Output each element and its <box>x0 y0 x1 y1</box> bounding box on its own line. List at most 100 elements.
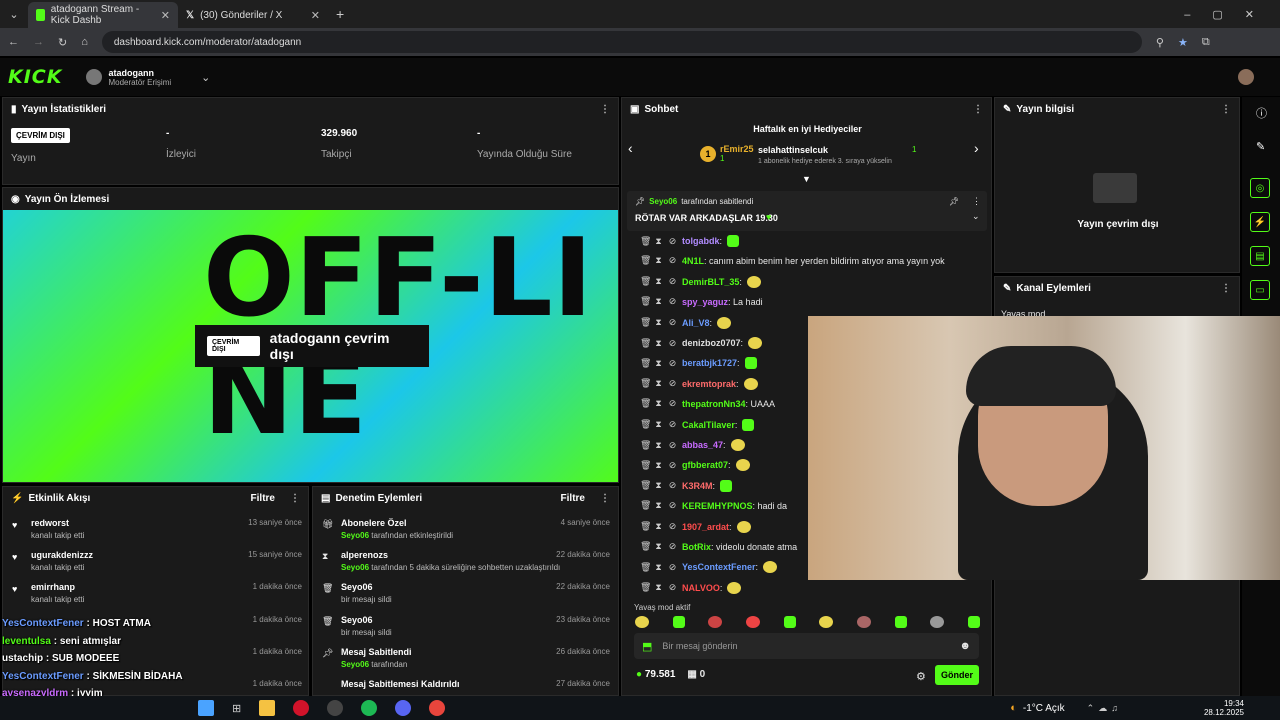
home-icon[interactable]: ⌂ <box>81 36 88 48</box>
ban-icon[interactable]: ⊘ <box>668 521 677 532</box>
ban-icon[interactable]: ⊘ <box>668 440 677 451</box>
camera-icon[interactable]: ◎ <box>1250 178 1270 198</box>
delete-icon[interactable]: 🗑︎ <box>640 338 651 349</box>
emote[interactable] <box>783 616 796 628</box>
timeout-icon[interactable]: ⧗ <box>654 562 663 573</box>
ban-icon[interactable]: ⊘ <box>668 460 677 471</box>
ban-icon[interactable]: ⊘ <box>668 562 677 573</box>
tab-menu-icon[interactable]: ⌄ <box>0 8 28 21</box>
command-icon[interactable]: ⬒ <box>642 640 652 653</box>
emote[interactable] <box>967 616 980 628</box>
emote[interactable] <box>708 616 723 628</box>
extensions-icon[interactable]: ⧉ <box>1202 36 1210 49</box>
ban-icon[interactable]: ⊘ <box>668 338 677 349</box>
chevron-down-icon[interactable]: ⌄ <box>201 71 210 84</box>
timeout-icon[interactable]: ⧗ <box>654 460 663 471</box>
top-gifter-2[interactable]: selahattinselcuk 1 1 abonelik hediye eder… <box>758 145 916 165</box>
edit-icon[interactable]: ✎ <box>1256 140 1265 153</box>
more-icon[interactable]: ⋮ <box>973 104 983 115</box>
profile-avatar[interactable] <box>1238 69 1254 85</box>
more-icon[interactable]: ⋮ <box>600 493 610 504</box>
emote[interactable] <box>745 616 760 628</box>
tray-icons[interactable]: ⌃☁♫ <box>1087 703 1122 714</box>
opera-icon[interactable] <box>293 700 310 716</box>
timeout-icon[interactable]: ⧗ <box>654 398 663 409</box>
points-display[interactable]: ● 79.581 <box>636 669 675 680</box>
delete-icon[interactable]: 🗑︎ <box>640 276 651 287</box>
zoom-icon[interactable]: ⚲ <box>1156 36 1164 49</box>
pinned-by[interactable]: Seyo06 <box>649 197 677 206</box>
chat-username[interactable]: BotRix <box>682 542 711 552</box>
chat-icon[interactable]: ▭ <box>1250 280 1270 300</box>
ban-icon[interactable]: ⊘ <box>668 582 677 593</box>
mod-by[interactable]: Seyo06 <box>341 563 369 572</box>
timeout-icon[interactable]: ⧗ <box>654 296 663 307</box>
chat-input[interactable]: ⬒ Bir mesaj gönderin ☻ <box>634 633 979 659</box>
more-icon[interactable]: ⋮ <box>600 104 610 115</box>
ban-icon[interactable]: ⊘ <box>668 358 677 369</box>
windows-start-icon[interactable] <box>198 700 214 716</box>
chat-username[interactable]: beratbjk1727 <box>682 358 737 368</box>
timeout-icon[interactable]: ⧗ <box>654 338 663 349</box>
forward-icon[interactable]: → <box>33 36 44 48</box>
timeout-icon[interactable]: ⧗ <box>654 440 663 451</box>
timeout-icon[interactable]: ⧗ <box>654 378 663 389</box>
timeout-icon[interactable]: ⧗ <box>654 480 663 491</box>
emoji-icon[interactable]: ☻ <box>959 640 971 652</box>
more-icon[interactable]: ⋮ <box>972 196 981 207</box>
chat-username[interactable]: YesContextFener <box>682 562 756 572</box>
ban-icon[interactable]: ⊘ <box>668 255 677 266</box>
delete-icon[interactable]: 🗑︎ <box>640 521 651 532</box>
emote[interactable] <box>819 616 834 628</box>
filter-button[interactable]: Filtre <box>251 493 275 504</box>
filter-button[interactable]: Filtre <box>561 493 585 504</box>
timeout-icon[interactable]: ⧗ <box>654 236 663 247</box>
file-explorer-icon[interactable] <box>259 700 276 716</box>
timeout-icon[interactable]: ⧗ <box>654 358 663 369</box>
delete-icon[interactable]: 🗑︎ <box>640 358 651 369</box>
emote[interactable] <box>635 616 649 628</box>
chat-username[interactable]: CakalTilaver <box>682 420 735 430</box>
delete-icon[interactable]: 🗑︎ <box>640 317 651 328</box>
chat-username[interactable]: ekremtoprak <box>682 379 736 389</box>
bookmark-star-icon[interactable]: ★ <box>1178 36 1188 49</box>
chat-username[interactable]: Ali_V8 <box>682 318 710 328</box>
chat-username[interactable]: abbas_47 <box>682 440 723 450</box>
more-icon[interactable]: ⋮ <box>1221 283 1231 294</box>
chat-username[interactable]: KEREMHYPNOS <box>682 501 753 511</box>
ban-icon[interactable]: ⊘ <box>668 480 677 491</box>
obs-icon[interactable] <box>327 700 344 716</box>
chat-username[interactable]: denizboz0707 <box>682 338 741 348</box>
ban-icon[interactable]: ⊘ <box>668 296 677 307</box>
chat-username[interactable]: 4N1L <box>682 256 704 266</box>
chat-username[interactable]: tolgabdk <box>682 236 720 246</box>
delete-icon[interactable]: 🗑︎ <box>640 440 651 451</box>
tab-kick[interactable]: atadogann Stream - Kick Dashb ✕ <box>28 2 178 28</box>
timeout-icon[interactable]: ⧗ <box>654 317 663 328</box>
channel-switcher[interactable]: atadogann Moderatör Erişimi <box>108 68 171 87</box>
emote[interactable] <box>930 616 945 628</box>
timeout-icon[interactable]: ⧗ <box>654 255 663 266</box>
delete-icon[interactable]: 🗑︎ <box>640 562 651 573</box>
more-icon[interactable]: ⋮ <box>1221 104 1231 115</box>
settings-gear-icon[interactable]: ⚙ <box>916 670 926 683</box>
mod-by[interactable]: Seyo06 <box>341 660 369 669</box>
clock[interactable]: 19:34 28.12.2025 <box>1204 699 1244 717</box>
close-icon[interactable]: ✕ <box>161 9 170 22</box>
chat-username[interactable]: K3R4M <box>682 481 713 491</box>
delete-icon[interactable]: 🗑︎ <box>640 480 651 491</box>
delete-icon[interactable]: 🗑︎ <box>640 419 651 430</box>
ban-icon[interactable]: ⊘ <box>668 276 677 287</box>
back-icon[interactable]: ← <box>8 36 19 48</box>
send-button[interactable]: Gönder <box>935 665 979 685</box>
window-controls[interactable]: –▢✕ <box>1184 8 1280 21</box>
delete-icon[interactable]: 🗑︎ <box>640 398 651 409</box>
chevron-right-icon[interactable]: › <box>974 140 979 156</box>
emote[interactable] <box>672 616 685 628</box>
spotify-icon[interactable] <box>361 700 378 716</box>
info-icon[interactable]: ⓘ <box>1256 105 1267 121</box>
ban-icon[interactable]: ⊘ <box>668 398 677 409</box>
ban-icon[interactable]: ⊘ <box>668 541 677 552</box>
timeout-icon[interactable]: ⧗ <box>654 582 663 593</box>
new-tab-icon[interactable]: + <box>336 6 344 22</box>
